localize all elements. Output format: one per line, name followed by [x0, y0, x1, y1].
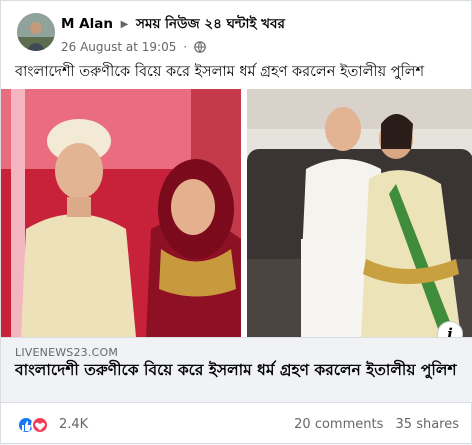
post-photo[interactable]: i: [1, 89, 472, 337]
post-card: M Alan ▶ সময় নিউজ ২৪ ঘন্টাই খবর 26 Augu…: [0, 0, 472, 444]
love-icon: [31, 416, 49, 434]
post-header: M Alan ▶ সময় নিউজ ২৪ ঘন্টাই খবর 26 Augu…: [11, 11, 463, 55]
post-meta: M Alan ▶ সময় নিউজ ২৪ ঘন্টাই খবর 26 Augu…: [61, 13, 461, 56]
comments-count[interactable]: 20 comments: [294, 417, 383, 432]
author-avatar[interactable]: [17, 13, 55, 51]
avatar-image: [17, 13, 55, 51]
author-line: M Alan ▶ সময় নিউজ ২৪ ঘন্টাই খবর: [61, 13, 461, 36]
group-name[interactable]: সময় নিউজ ২৪ ঘন্টাই খবর: [136, 16, 285, 32]
post-subline: 26 August at 19:05 ·: [61, 40, 461, 56]
wedding-photo: [1, 89, 472, 337]
post-caption: বাংলাদেশী তরুণীকে বিয়ে করে ইসলাম ধর্ম গ…: [15, 64, 425, 80]
engagement-counts: 20 comments 35 shares: [294, 417, 459, 432]
globe-icon[interactable]: [194, 41, 206, 56]
arrow-icon: ▶: [120, 19, 129, 30]
link-title[interactable]: বাংলাদেশী তরুণীকে বিয়ে করে ইসলাম ধর্ম গ…: [15, 360, 465, 380]
reaction-count[interactable]: 2.4K: [59, 417, 88, 432]
post-timestamp[interactable]: 26 August at 19:05: [61, 40, 176, 54]
separator-dot: ·: [183, 40, 188, 54]
link-preview[interactable]: LIVENEWS23.COM বাংলাদেশী তরুণীকে বিয়ে ক…: [1, 337, 472, 403]
shares-count[interactable]: 35 shares: [396, 417, 459, 432]
engagement-bar: 2.4K 20 comments 35 shares: [1, 405, 472, 445]
author-name[interactable]: M Alan: [61, 16, 113, 32]
link-domain: LIVENEWS23.COM: [15, 346, 119, 359]
